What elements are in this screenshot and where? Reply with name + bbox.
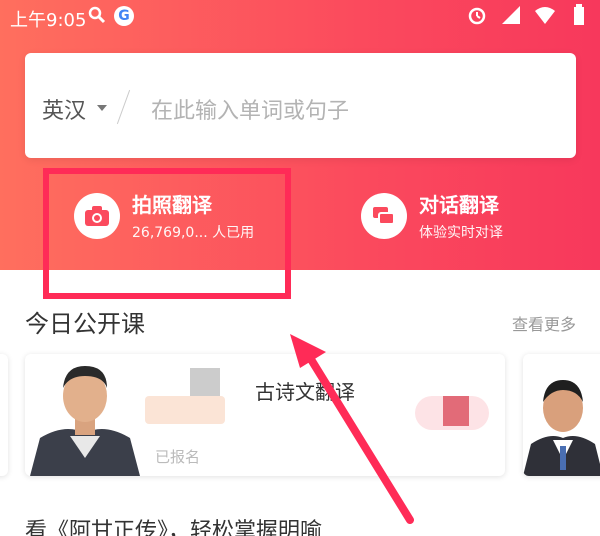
battery-icon [574, 4, 584, 25]
status-search-icon [88, 6, 106, 29]
signal-icon [502, 6, 520, 24]
course-card-prev[interactable] [0, 354, 8, 476]
divider [116, 89, 131, 125]
dialog-translate-title: 对话翻译 [419, 193, 499, 217]
course-card-next[interactable] [523, 354, 600, 476]
see-more-link[interactable]: 查看更多 [512, 311, 576, 335]
status-bar: 上午9:05 G [0, 0, 600, 34]
blurred-region [190, 368, 220, 398]
chat-icon [361, 192, 407, 239]
alarm-icon [468, 7, 486, 25]
highlight-annotation [43, 168, 291, 299]
section-title: 今日公开课 [25, 310, 145, 338]
search-input[interactable]: 在此输入单词或句子 [151, 93, 349, 125]
language-select[interactable]: 英汉 [42, 93, 86, 125]
google-icon: G [114, 6, 134, 26]
teacher-photo [523, 380, 600, 476]
enrollment-count: 已报名 [155, 448, 201, 466]
course-title: 古诗文翻译 [255, 380, 355, 404]
dialog-translate-button[interactable]: 对话翻译 体验实时对译 [361, 189, 503, 242]
search-box[interactable]: 英汉 在此输入单词或句子 [25, 53, 576, 158]
article-title[interactable]: 看《阿甘正传》，轻松掌握明喻 [25, 513, 322, 536]
blurred-region [443, 396, 469, 426]
course-card[interactable]: 古诗文翻译 已报名 [25, 354, 505, 476]
language-caret-icon[interactable] [97, 105, 107, 111]
blurred-region [145, 396, 225, 424]
status-time: 上午9:05 [10, 10, 87, 31]
wifi-icon [535, 7, 555, 24]
dialog-translate-subtitle: 体验实时对译 [419, 225, 503, 241]
teacher-photo [30, 366, 140, 476]
